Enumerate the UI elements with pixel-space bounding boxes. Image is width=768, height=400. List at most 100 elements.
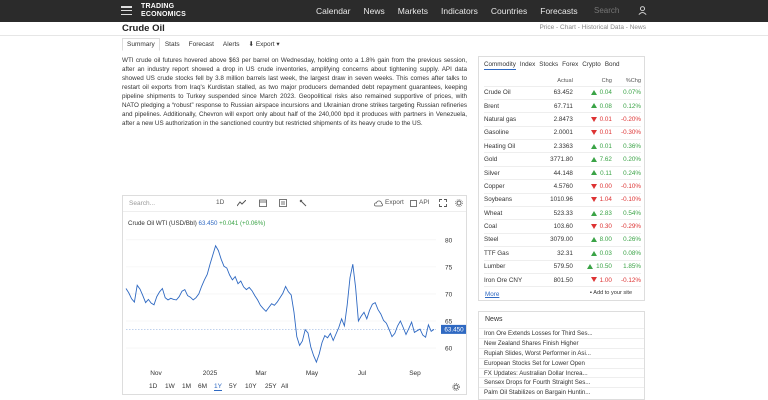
market-tab-index[interactable]: Index (520, 61, 535, 70)
commodity-name[interactable]: Wheat (484, 206, 540, 221)
market-tab-forex[interactable]: Forex (562, 61, 578, 70)
range-button-1m[interactable]: 1M (182, 383, 191, 390)
tools-icon[interactable] (299, 199, 307, 207)
news-item[interactable]: European Stocks Set for Lower Open (479, 357, 644, 368)
news-item[interactable]: Sensex Drops for Fourth Straight Ses... (479, 377, 644, 387)
fullscreen-icon[interactable] (439, 199, 447, 207)
table-row[interactable]: Silver 44.148 0.11 0.24% (484, 166, 641, 181)
commodity-name[interactable]: Gold (484, 152, 540, 167)
news-item[interactable]: Palm Oil Stabilizes on Bargain Huntin... (479, 387, 644, 397)
more-link[interactable]: More (485, 291, 499, 298)
arrow-down-icon (590, 277, 597, 283)
table-row[interactable]: Natural gas 2.8473 0.01 -0.20% (484, 112, 641, 127)
market-tab-crypto[interactable]: Crypto (582, 61, 601, 70)
range-button-1y[interactable]: 1Y (214, 383, 222, 391)
commodity-change: 0.01 (572, 126, 612, 141)
news-item[interactable]: Rupiah Slides, Worst Performer in Asi... (479, 347, 644, 358)
logo-line1: TRADING (141, 3, 175, 10)
range-button-1d[interactable]: 1D (149, 383, 157, 390)
commodity-actual: 2.3363 (539, 139, 573, 154)
table-row[interactable]: Lumber 579.50 10.50 1.85% (484, 260, 641, 274)
commodity-name[interactable]: Soybeans (484, 193, 540, 208)
col-header-0 (484, 76, 540, 87)
legend-change: +0.041 (+0.06%) (219, 220, 266, 227)
range-button-all[interactable]: All (281, 383, 288, 390)
commodity-actual: 1010.96 (539, 193, 573, 208)
news-item[interactable]: Iron Ore Extends Losses for Third Ses... (479, 328, 644, 338)
api-button[interactable]: API (419, 199, 429, 206)
tab-alerts[interactable]: Alerts (219, 39, 244, 50)
range-button-10y[interactable]: 10Y (245, 383, 257, 390)
commodity-name[interactable]: Lumber (484, 260, 540, 274)
chart-plot[interactable]: 60 65 70 75 80 Nov 2025 Mar May Jul Sep 63.450 (123, 229, 466, 379)
menu-icon[interactable] (121, 6, 132, 15)
commodity-name[interactable]: Crude Oil (484, 86, 540, 100)
nav-indicators[interactable]: Indicators (441, 6, 478, 16)
nav-forecasts[interactable]: Forecasts (540, 6, 577, 16)
x-tick-label: Mar (255, 370, 267, 377)
commodity-name[interactable]: TTF Gas (484, 246, 540, 261)
table-row[interactable]: Heating Oil 2.3363 0.01 0.36% (484, 139, 641, 154)
tab-summary[interactable]: Summary (122, 37, 160, 51)
news-item[interactable]: FX Updates: Australian Dollar Increa... (479, 367, 644, 378)
table-row[interactable]: Copper 4.5760 0.00 -0.10% (484, 179, 641, 194)
commodity-name[interactable]: Brent (484, 99, 540, 114)
table-row[interactable]: TTF Gas 32.31 0.03 0.08% (484, 246, 641, 261)
chart-settings-icon[interactable] (452, 383, 460, 391)
table-row[interactable]: Coal 103.60 0.30 -0.29% (484, 219, 641, 234)
commodity-actual: 801.50 (539, 273, 573, 288)
table-row[interactable]: Iron Ore CNY 801.50 1.00 -0.12% (484, 273, 641, 288)
commodity-name[interactable]: Copper (484, 179, 540, 194)
nav-news[interactable]: News (364, 6, 385, 16)
news-item[interactable]: New Zealand Shares Finish Higher (479, 337, 644, 348)
user-icon[interactable] (637, 5, 648, 16)
line-chart-icon[interactable] (237, 200, 246, 207)
caret-down-icon: ▾ (274, 41, 280, 48)
commodity-actual: 44.148 (539, 166, 573, 181)
range-button-1w[interactable]: 1W (165, 383, 175, 390)
market-tab-stocks[interactable]: Stocks (539, 61, 558, 70)
change-value: 7.62 (599, 156, 612, 164)
commodity-name[interactable]: Steel (484, 233, 540, 248)
commodity-change: 2.83 (572, 206, 612, 221)
chart-export-button[interactable]: Export (385, 199, 404, 206)
table-row[interactable]: Crude Oil 63.452 0.04 0.07% (484, 86, 641, 100)
range-button-5y[interactable]: 5Y (229, 383, 237, 390)
commodity-actual: 579.50 (539, 260, 573, 274)
table-row[interactable]: Steel 3079.00 8.00 0.26% (484, 233, 641, 248)
commodity-name[interactable]: Natural gas (484, 112, 540, 127)
commodity-name[interactable]: Silver (484, 166, 540, 181)
commodity-name[interactable]: Gasoline (484, 126, 540, 141)
table-row[interactable]: Wheat 523.33 2.83 0.54% (484, 206, 641, 221)
table-row[interactable]: Gold 3771.80 7.62 0.20% (484, 152, 641, 167)
tab-stats[interactable]: Stats (161, 39, 184, 50)
period-selector[interactable]: 1D (216, 199, 224, 206)
commodity-name[interactable]: Coal (484, 219, 540, 234)
commodity-name[interactable]: Iron Ore CNY (484, 273, 540, 288)
market-tab-commodity[interactable]: Commodity (484, 61, 516, 70)
price-chart: Search... 1D Export API Crude Oil WTI (U… (122, 195, 467, 395)
nav-countries[interactable]: Countries (491, 6, 527, 16)
subheader (0, 22, 768, 36)
add-to-site-button[interactable]: ▪ Add to your site (590, 290, 632, 296)
table-row[interactable]: Brent 67.711 0.08 0.12% (484, 99, 641, 114)
tab-export[interactable]: ⬇ Export ▾ (245, 38, 284, 50)
table-row[interactable]: Gasoline 2.0001 0.01 -0.30% (484, 126, 641, 141)
breadcrumb[interactable]: Price - Chart - Historical Data - News (539, 24, 646, 31)
nav-markets[interactable]: Markets (398, 6, 428, 16)
settings-icon[interactable] (455, 199, 463, 207)
range-button-6m[interactable]: 6M (198, 383, 207, 390)
logo[interactable]: TRADING ECONOMICS (141, 3, 186, 18)
change-value: 0.08 (599, 102, 612, 110)
market-tab-bond[interactable]: Bond (605, 61, 620, 70)
compare-icon[interactable] (279, 199, 287, 207)
calendar-icon[interactable] (259, 199, 267, 207)
commodity-name[interactable]: Heating Oil (484, 139, 540, 154)
nav-calendar[interactable]: Calendar (316, 6, 351, 16)
commodity-actual: 2.0001 (539, 126, 573, 141)
last-value-label: 63.450 (444, 327, 464, 334)
table-row[interactable]: Soybeans 1010.96 1.04 -0.10% (484, 193, 641, 208)
tab-forecast[interactable]: Forecast (185, 39, 218, 50)
chart-search-input[interactable]: Search... (129, 200, 155, 207)
range-button-25y[interactable]: 25Y (265, 383, 277, 390)
